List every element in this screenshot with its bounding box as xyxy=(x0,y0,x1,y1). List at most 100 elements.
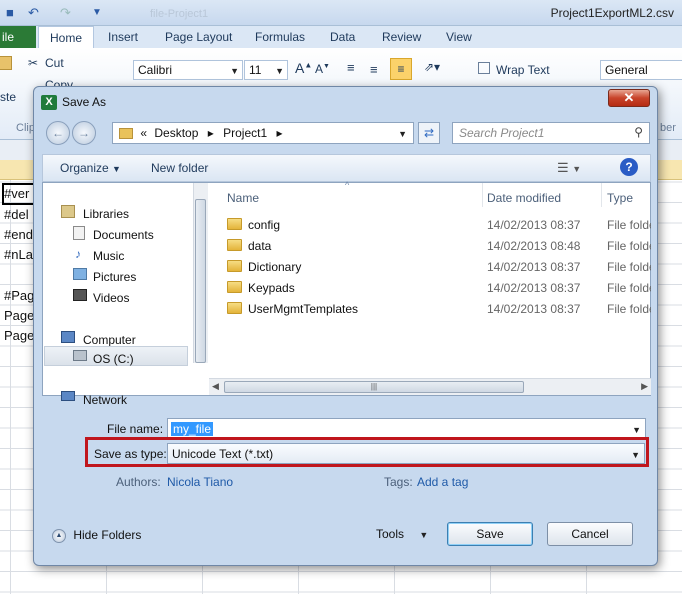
customize-quick-access-icon[interactable]: ▼ xyxy=(92,7,102,18)
file-type: File folder xyxy=(607,218,651,232)
tab-review[interactable]: Review xyxy=(382,30,421,44)
breadcrumb-separator-icon[interactable]: ▸ xyxy=(208,126,214,140)
folder-icon xyxy=(227,239,242,251)
chevron-down-icon: ▼ xyxy=(112,164,121,174)
cell-a6[interactable]: #Pag xyxy=(4,288,34,303)
save-button[interactable]: Save xyxy=(447,522,533,546)
cell-a8[interactable]: Page xyxy=(4,328,34,343)
align-bottom-icon[interactable]: ≡ xyxy=(390,58,412,80)
nav-item-libraries[interactable]: Libraries xyxy=(83,207,129,221)
nav-item-os-c[interactable]: OS (C:) xyxy=(93,352,134,366)
file-date: 14/02/2013 08:37 xyxy=(487,260,581,274)
forward-icon[interactable]: → xyxy=(72,121,96,145)
file-type: File folder xyxy=(607,260,651,274)
font-name-box[interactable]: Calibri ▼ xyxy=(133,60,243,80)
align-middle-icon[interactable]: ≡ xyxy=(370,62,378,77)
font-size-box[interactable]: 11 ▼ xyxy=(244,60,288,80)
file-row[interactable]: UserMgmtTemplates 14/02/2013 08:37 File … xyxy=(209,299,651,319)
scroll-right-icon[interactable]: ▶ xyxy=(641,381,648,392)
view-options-icon[interactable]: ☰ ▼ xyxy=(557,160,581,176)
tab-formulas[interactable]: Formulas xyxy=(255,30,305,44)
file-row[interactable]: config 14/02/2013 08:37 File folder xyxy=(209,215,651,235)
file-date: 14/02/2013 08:37 xyxy=(487,281,581,295)
save-as-dialog: X Save As ✕ ← → « Desktop ▸ Project1 ▸ ▼… xyxy=(33,86,658,566)
tools-button[interactable]: Tools ▼ xyxy=(376,527,428,541)
close-button[interactable]: ✕ xyxy=(608,89,650,107)
chevron-down-icon[interactable]: ▼ xyxy=(632,425,641,435)
wrap-text-button[interactable]: Wrap Text xyxy=(496,63,550,77)
authors-value[interactable]: Nicola Tiano xyxy=(167,475,233,489)
column-header-type[interactable]: Type xyxy=(607,191,633,205)
nav-item-pictures[interactable]: Pictures xyxy=(93,270,136,284)
documents-icon xyxy=(73,226,85,240)
shrink-font-icon[interactable]: A▼ xyxy=(315,62,330,76)
cell-a1[interactable]: #ver xyxy=(4,186,29,201)
help-icon[interactable]: ? xyxy=(620,158,638,176)
network-icon xyxy=(61,391,75,401)
authors-label: Authors: xyxy=(116,475,161,489)
breadcrumb-overflow[interactable]: « xyxy=(140,126,147,140)
file-row[interactable]: data 14/02/2013 08:48 File folder xyxy=(209,236,651,256)
cancel-button[interactable]: Cancel xyxy=(547,522,633,546)
file-list-scrollbar-thumb[interactable]: ||| xyxy=(224,381,524,393)
file-list-scrollbar[interactable]: ◀ ||| ▶ xyxy=(209,378,651,395)
breadcrumb-desktop[interactable]: Desktop xyxy=(154,126,198,140)
tab-file[interactable]: ile xyxy=(0,26,36,48)
nav-item-videos[interactable]: Videos xyxy=(93,291,129,305)
nav-scrollbar-thumb[interactable] xyxy=(195,199,206,363)
cell-a4[interactable]: #nLa xyxy=(4,247,33,262)
align-top-icon[interactable]: ≡ xyxy=(347,60,355,75)
videos-icon xyxy=(73,289,87,301)
cell-a7[interactable]: Page xyxy=(4,308,34,323)
redo-icon[interactable]: ↷ xyxy=(60,5,71,21)
grow-font-icon[interactable]: A▲ xyxy=(295,60,312,76)
tab-view[interactable]: View xyxy=(446,30,472,44)
address-dropdown-icon[interactable]: ▼ xyxy=(398,129,407,139)
scissors-icon[interactable]: ✂ xyxy=(28,56,38,70)
column-divider[interactable] xyxy=(482,183,483,207)
number-format-box[interactable]: General xyxy=(600,60,682,80)
document-title: Project1ExportML2.csv xyxy=(550,6,674,20)
tab-insert[interactable]: Insert xyxy=(108,30,138,44)
paste-icon[interactable] xyxy=(0,56,12,70)
save-icon[interactable]: ■ xyxy=(6,5,14,20)
wrap-text-icon[interactable] xyxy=(478,62,490,74)
column-header-name[interactable]: Name xyxy=(227,191,259,205)
search-input[interactable]: Search Project1 ⚲ xyxy=(452,122,650,144)
file-row[interactable]: Keypads 14/02/2013 08:37 File folder xyxy=(209,278,651,298)
new-folder-button[interactable]: New folder xyxy=(151,161,208,175)
nav-item-network[interactable]: Network xyxy=(83,393,127,407)
column-header-date[interactable]: Date modified xyxy=(487,191,561,205)
refresh-icon[interactable]: ⇄ xyxy=(418,122,440,144)
back-icon[interactable]: ← xyxy=(46,121,70,145)
nav-item-music[interactable]: Music xyxy=(93,249,124,263)
computer-icon xyxy=(61,331,75,343)
file-type: File folder xyxy=(607,281,651,295)
nav-item-documents[interactable]: Documents xyxy=(93,228,154,242)
scroll-left-icon[interactable]: ◀ xyxy=(212,381,219,392)
breadcrumb-separator-icon[interactable]: ▸ xyxy=(277,126,283,140)
paste-button[interactable]: ste xyxy=(0,90,16,104)
column-divider[interactable] xyxy=(601,183,602,207)
drive-icon xyxy=(73,350,87,361)
undo-icon[interactable]: ↶ xyxy=(28,5,39,21)
breadcrumb-project1[interactable]: Project1 xyxy=(223,126,267,140)
cell-a2[interactable]: #del xyxy=(4,207,29,222)
address-bar[interactable]: « Desktop ▸ Project1 ▸ ▼ xyxy=(112,122,414,144)
tab-home[interactable]: Home xyxy=(38,26,94,48)
folder-icon xyxy=(227,281,242,293)
tab-data[interactable]: Data xyxy=(330,30,355,44)
file-date: 14/02/2013 08:37 xyxy=(487,302,581,316)
orientation-icon[interactable]: ⇗▾ xyxy=(424,60,440,74)
tags-value[interactable]: Add a tag xyxy=(417,475,468,489)
nav-item-computer[interactable]: Computer xyxy=(83,333,136,347)
number-format: General xyxy=(605,63,648,77)
folder-icon xyxy=(227,302,242,314)
hide-folders-button[interactable]: ▲ Hide Folders xyxy=(52,528,141,543)
organize-button[interactable]: Organize ▼ xyxy=(60,161,121,175)
file-name: UserMgmtTemplates xyxy=(248,302,359,316)
cut-button[interactable]: Cut xyxy=(45,56,64,70)
file-row[interactable]: Dictionary 14/02/2013 08:37 File folder xyxy=(209,257,651,277)
cell-a3[interactable]: #end xyxy=(4,227,33,242)
tab-page-layout[interactable]: Page Layout xyxy=(165,30,232,44)
